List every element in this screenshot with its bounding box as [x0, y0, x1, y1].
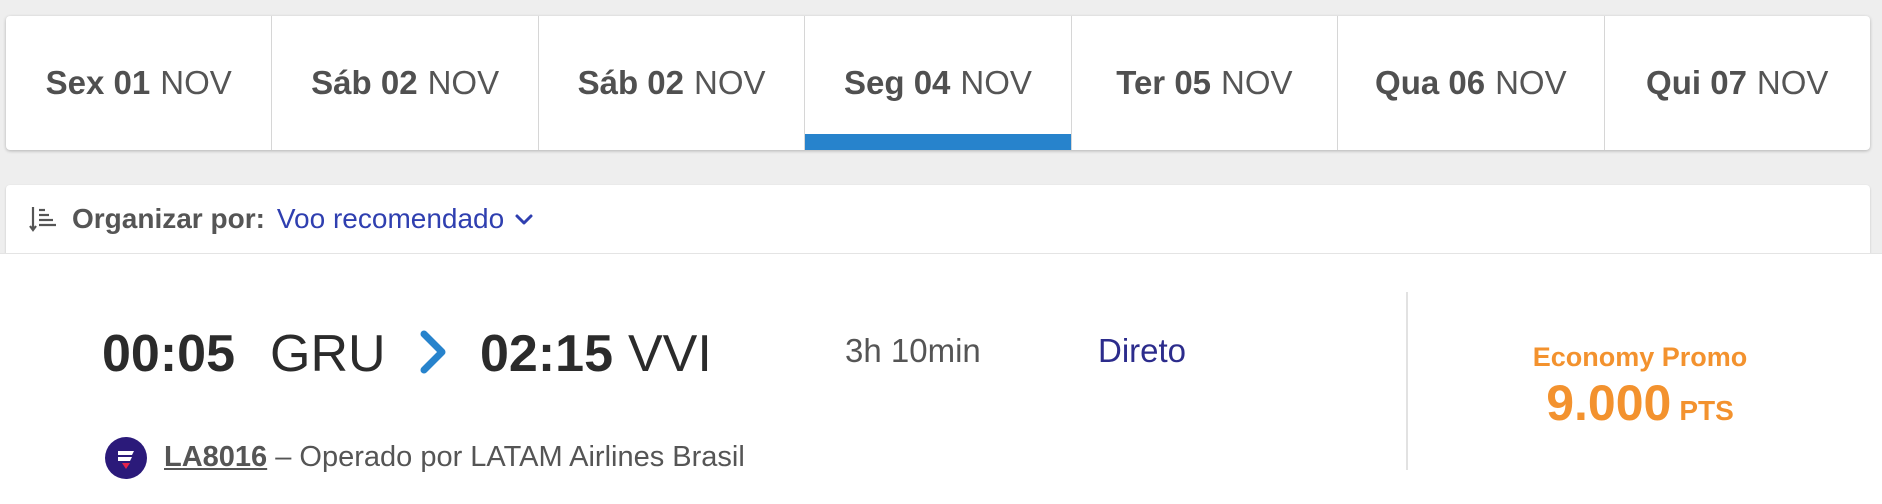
date-tab[interactable]: Sáb 02 NOV	[272, 16, 539, 150]
date-tab[interactable]: Sex 01 NOV	[6, 16, 273, 150]
date-tab-day: Qui 07	[1646, 64, 1747, 101]
arrival-time: 02:15	[480, 325, 613, 383]
fare-unit: PTS	[1679, 395, 1734, 426]
flight-number-link[interactable]: LA8016	[164, 441, 267, 473]
chevron-right-icon	[420, 330, 446, 374]
date-tab[interactable]: Qui 07 NOV	[1605, 16, 1870, 150]
sort-icon	[29, 207, 56, 232]
sort-bar: Organizar por: Voo recomendado	[6, 185, 1870, 253]
flight-duration: 3h 10min	[845, 332, 981, 369]
date-tab[interactable]: Sáb 02 NOV	[539, 16, 806, 150]
date-tab-month: NOV	[960, 64, 1032, 101]
fare-price[interactable]: 9.000 PTS	[1460, 374, 1820, 432]
departure-time: 00:05	[102, 325, 235, 383]
sort-dropdown-value[interactable]: Voo recomendado	[277, 203, 504, 235]
date-tab-month: NOV	[1221, 64, 1293, 101]
sort-label: Organizar por:	[72, 203, 265, 234]
operated-by-text: – Operado por LATAM Airlines Brasil	[267, 441, 745, 473]
date-tab[interactable]: Qua 06 NOV	[1338, 16, 1605, 150]
date-tab-day: Seg 04	[844, 64, 951, 101]
date-tab-day: Ter 05	[1116, 64, 1212, 101]
departure-airport: GRU	[270, 325, 386, 383]
flight-card[interactable]: 00:05 GRU 02:15 VVI 3h 10min Direto Econ…	[0, 253, 1882, 504]
date-tab-day: Sex 01	[45, 64, 151, 101]
date-tab-month: NOV	[1495, 64, 1567, 101]
date-tab-day: Sáb 02	[577, 64, 684, 101]
date-tabs: Sex 01 NOV Sáb 02 NOV Sáb 02 NOV Seg 04 NOV …	[6, 16, 1870, 150]
chevron-down-icon[interactable]	[512, 208, 536, 232]
date-tab-month: NOV	[694, 64, 766, 101]
date-tab[interactable]: Ter 05 NOV	[1072, 16, 1339, 150]
flight-search-page: Sex 01 NOV Sáb 02 NOV Sáb 02 NOV Seg 04 NOV …	[0, 0, 1882, 504]
fare-name: Economy Promo	[1532, 342, 1748, 372]
date-tab-month: NOV	[427, 64, 500, 101]
flight-info-line: LA8016 – Operado por LATAM Airlines Bras…	[164, 441, 745, 474]
date-tab-month: NOV	[160, 64, 232, 101]
latam-logo-icon	[105, 437, 147, 479]
card-divider	[1406, 292, 1408, 470]
date-tab-month: NOV	[1756, 64, 1829, 101]
date-tab-selected[interactable]: Seg 04 NOV	[805, 16, 1072, 150]
fare-amount: 9.000	[1546, 375, 1672, 431]
date-tab-day: Qua 06	[1375, 64, 1486, 101]
stops-link[interactable]: Direto	[1098, 332, 1186, 370]
arrival-airport: VVI	[628, 325, 712, 383]
date-tab-day: Sáb 02	[311, 64, 418, 101]
